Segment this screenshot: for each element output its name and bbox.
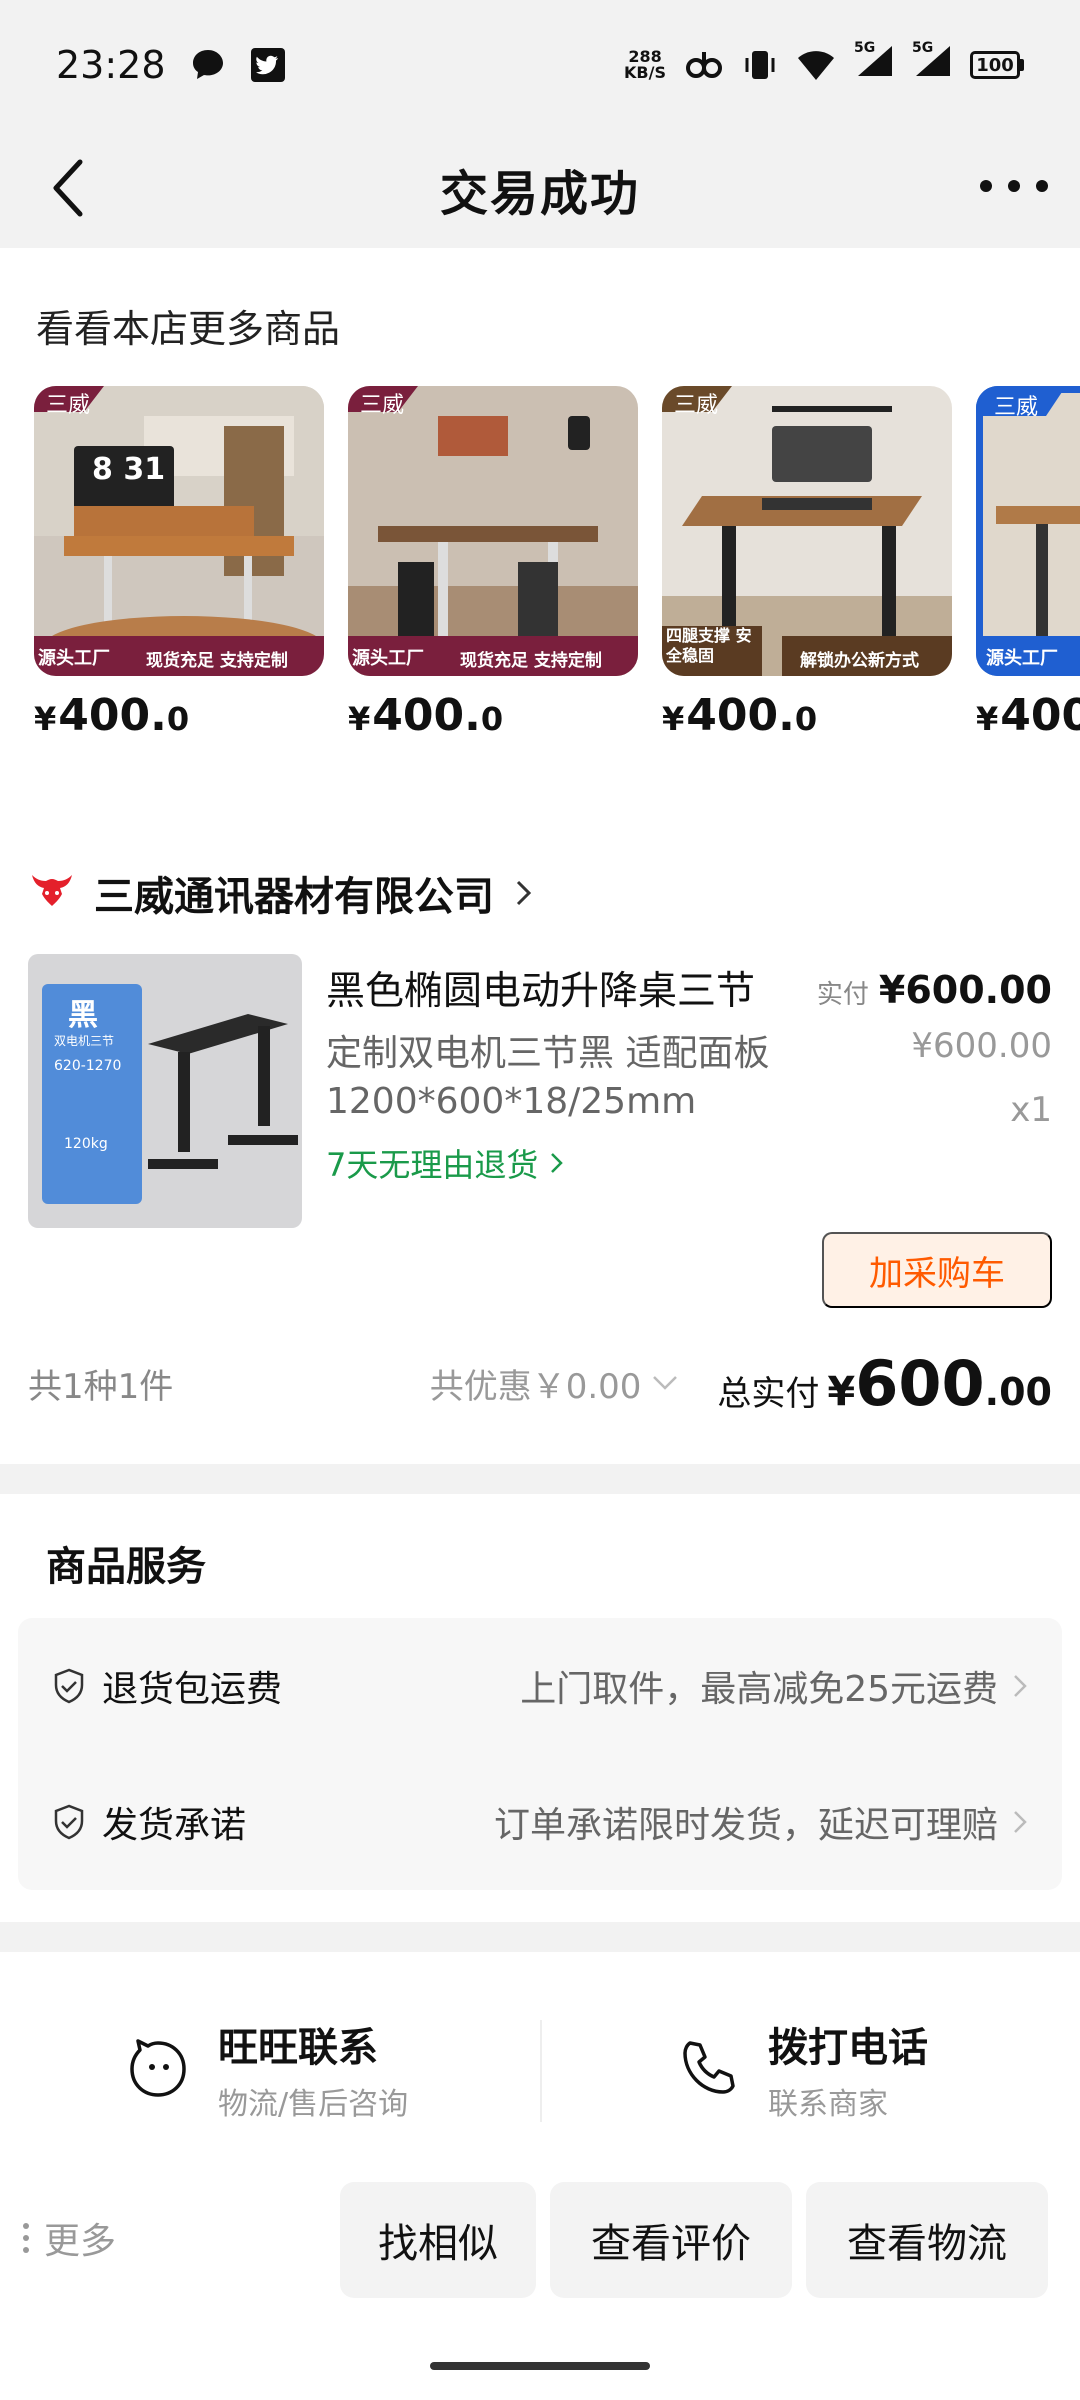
phone-sub: 联系商家 [768, 2087, 888, 2122]
divider [540, 2020, 542, 2122]
more-options-icon[interactable] [976, 166, 1052, 206]
services-list: 退货包运费 上门取件，最高减免25元运费 发货承诺 订单承诺限时发货，延迟可理赔 [18, 1618, 1062, 1890]
product-image[interactable]: 三威 8 31 源头工厂 现货充足 支持定制 [34, 386, 324, 676]
service-item-return-shipping[interactable]: 退货包运费 上门取件，最高减免25元运费 [18, 1618, 1062, 1754]
order-product-image[interactable]: 黑 双电机三节 620-1270 120kg [28, 954, 302, 1228]
signal-2: 5G [912, 40, 952, 87]
page-title: 交易成功 [439, 166, 640, 222]
product-price: ¥400.0 [34, 690, 190, 741]
phone-icon [683, 2041, 735, 2094]
battery-icon: 100 [970, 51, 1024, 79]
wangwang-chat-icon [130, 2039, 186, 2097]
twitter-icon [250, 48, 285, 82]
chevron-right-icon[interactable] [512, 877, 536, 909]
product-price: ¥400.0 [662, 690, 818, 741]
order-product-spec: 定制双电机三节黑 适配面板 1200*600*18/25mm [326, 1033, 770, 1122]
product-price: ¥400.0 [348, 690, 504, 741]
vertical-dots-icon [23, 2223, 29, 2253]
wifi-icon [798, 51, 834, 80]
wangwang-sub: 物流/售后咨询 [218, 2087, 409, 2122]
recommend-list[interactable]: 三威 8 31 源头工厂 现货充足 支持定制 ¥400.0 三威 源头工厂 现货… [34, 386, 1080, 746]
phone-title: 拨打电话 [768, 2025, 928, 2071]
product-price: ¥400 [976, 690, 1080, 741]
service-name: 退货包运费 [102, 1669, 283, 1710]
product-image[interactable]: 三威 源头工厂 [976, 386, 1080, 676]
recommend-item[interactable]: 三威 8 31 源头工厂 现货充足 支持定制 ¥400.0 [34, 386, 324, 746]
back-arrow-icon[interactable] [40, 156, 104, 220]
net-speed: 288 KB/S [624, 47, 666, 82]
action-bar: 更多 找相似 查看评价 查看物流 [0, 2182, 1080, 2298]
more-actions-button[interactable]: 更多 [22, 2212, 116, 2264]
vibrate-icon [745, 51, 775, 79]
item-count: 共1种1件 [28, 1366, 174, 1407]
view-logistics-button[interactable]: 查看物流 [806, 2182, 1048, 2298]
add-to-purchase-cart-button[interactable]: 加采购车 [822, 1232, 1052, 1308]
wangwang-title: 旺旺联系 [218, 2025, 378, 2071]
view-reviews-button[interactable]: 查看评价 [550, 2182, 792, 2298]
status-bar: 23:28 288 KB/S 5G 5G 100 [0, 0, 1080, 130]
shield-check-icon [54, 1804, 84, 1840]
service-item-delivery-promise[interactable]: 发货承诺 订单承诺限时发货，延迟可理赔 [18, 1754, 1062, 1890]
chevron-right-icon [551, 1153, 564, 1173]
shop-logo-icon [32, 875, 72, 906]
call-phone-button[interactable]: 拨打电话 联系商家 [676, 2014, 928, 2124]
recommend-title: 看看本店更多商品 [36, 307, 341, 351]
recommend-item[interactable]: 三威 四腿支撑 安全稳固 解锁办公新方式 ¥400.0 [662, 386, 952, 746]
service-desc: 订单承诺限时发货，延迟可理赔 [493, 1805, 998, 1846]
shop-header[interactable]: 三威通讯器材有限公司 [28, 858, 536, 928]
return-policy-link[interactable]: 7天无理由退货 [326, 1140, 564, 1186]
service-name: 发货承诺 [102, 1805, 247, 1846]
total-paid: 总实付 ¥ 600 .00 [717, 1346, 1052, 1420]
services-title: 商品服务 [46, 1544, 206, 1590]
discount-toggle[interactable]: 共优惠￥0.00 [430, 1359, 680, 1408]
contact-card: 旺旺联系 物流/售后咨询 拨打电话 联系商家 更多 找相似 查看评价 查看物流 [0, 1952, 1080, 2400]
find-similar-button[interactable]: 找相似 [340, 2182, 536, 2298]
chevron-right-icon [1014, 1811, 1027, 1833]
home-indicator[interactable] [430, 2362, 650, 2370]
chevron-down-icon [653, 1376, 678, 1390]
chat-bubble-icon [192, 50, 223, 79]
service-desc: 上门取件，最高减免25元运费 [520, 1669, 998, 1710]
paid-price: 实付 ¥600.00 [816, 968, 1052, 1012]
product-image[interactable]: 三威 四腿支撑 安全稳固 解锁办公新方式 [662, 386, 952, 676]
shield-check-icon [54, 1668, 84, 1704]
order-product-title[interactable]: 黑色椭圆电动升降桌三节 [326, 960, 806, 1016]
chevron-right-icon [1014, 1675, 1027, 1697]
services-card: 商品服务 退货包运费 上门取件，最高减免25元运费 发货承诺 订单承诺限时发货，… [0, 1494, 1080, 1922]
link-icon [686, 52, 722, 78]
recommend-item[interactable]: 三威 源头工厂 现货充足 支持定制 ¥400.0 [348, 386, 638, 746]
nav-bar: 交易成功 [0, 130, 1080, 248]
wangwang-contact-button[interactable]: 旺旺联系 物流/售后咨询 [126, 2014, 408, 2124]
signal-1: 5G [854, 40, 894, 87]
status-time: 23:28 [56, 43, 166, 87]
product-image[interactable]: 三威 源头工厂 现货充足 支持定制 [348, 386, 638, 676]
shop-name[interactable]: 三威通讯器材有限公司 [94, 864, 494, 922]
order-card: 看看本店更多商品 三威 8 31 源头工厂 现货充足 支持定制 ¥400.0 三… [0, 248, 1080, 1464]
recommend-item[interactable]: 三威 源头工厂 ¥400 [976, 386, 1080, 746]
original-price: ¥600.00 [911, 1026, 1052, 1066]
order-summary: 共1种1件 共优惠￥0.00 总实付 ¥ 600 .00 [28, 1338, 1052, 1428]
quantity: x1 [1010, 1090, 1052, 1130]
